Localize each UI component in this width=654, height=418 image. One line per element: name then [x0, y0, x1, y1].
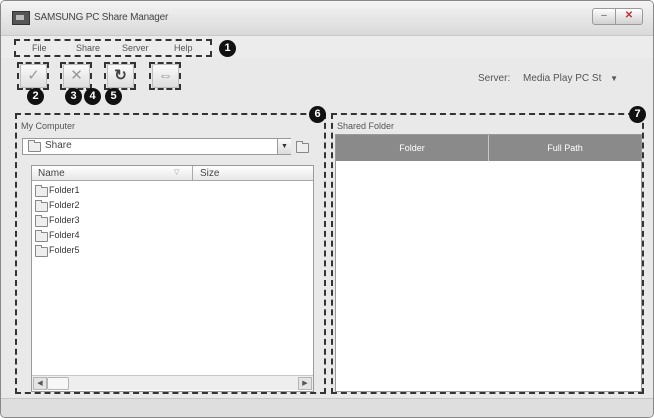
app-logo-icon — [12, 11, 30, 25]
callout-badge-5: 5 — [105, 88, 122, 105]
server-dropdown-value: Media Play PC St — [523, 73, 602, 84]
list-item-label: Folder1 — [49, 185, 80, 195]
callout-badge-4: 4 — [84, 88, 101, 105]
server-dropdown[interactable]: Media Play PC St ▼ — [523, 73, 618, 84]
callout-badge-1: 1 — [219, 40, 236, 57]
list-item-label: Folder5 — [49, 245, 80, 255]
window-title: SAMSUNG PC Share Manager — [34, 12, 169, 23]
toolbar-callout-outline-4 — [149, 62, 181, 90]
folder-icon — [35, 215, 48, 227]
list-item-label: Folder2 — [49, 200, 80, 210]
folder-combo-value: Share — [45, 140, 72, 151]
app-window: SAMSUNG PC Share Manager – ✕ File Share … — [0, 0, 654, 418]
shared-folder-grid[interactable]: Folder Full Path — [335, 134, 642, 392]
toolbar-callout-outline-3 — [104, 62, 136, 90]
folder-icon — [28, 140, 41, 152]
toolbar-callout-outline-1 — [17, 62, 49, 90]
scroll-right-icon[interactable]: ▶ — [298, 377, 312, 390]
horizontal-scrollbar[interactable]: ◀ ▶ — [32, 375, 313, 390]
list-item-label: Folder3 — [49, 215, 80, 225]
minimize-button[interactable]: – — [592, 8, 616, 25]
combo-arrow-icon[interactable]: ▼ — [277, 139, 291, 154]
my-computer-title: My Computer — [21, 121, 76, 131]
folder-icon — [35, 230, 48, 242]
scroll-left-icon[interactable]: ◀ — [33, 377, 47, 390]
folder-icon — [35, 200, 48, 212]
callout-badge-7: 7 — [629, 106, 646, 123]
callout-badge-3: 3 — [65, 88, 82, 105]
status-bar — [1, 398, 653, 417]
shared-folder-title: Shared Folder — [337, 121, 395, 131]
column-header-size[interactable]: Size — [200, 168, 219, 179]
file-list-header: Name ▽ Size — [32, 166, 313, 181]
folder-icon — [35, 185, 48, 197]
scrollbar-thumb[interactable] — [47, 377, 69, 390]
up-folder-button[interactable] — [294, 139, 311, 153]
folder-icon — [35, 245, 48, 257]
callout-badge-2: 2 — [27, 88, 44, 105]
column-header-folder[interactable]: Folder — [336, 135, 488, 161]
menu-callout-outline — [14, 39, 212, 57]
shared-folder-header: Folder Full Path — [336, 135, 641, 161]
callout-badge-6: 6 — [309, 106, 326, 123]
close-button[interactable]: ✕ — [615, 8, 643, 25]
file-list[interactable]: Name ▽ Size Folder1 Folder2 Folder3 Fold… — [31, 165, 314, 392]
up-folder-icon — [296, 141, 309, 153]
sort-arrow-icon: ▽ — [174, 169, 180, 176]
dropdown-arrow-icon: ▼ — [610, 74, 619, 83]
toolbar-callout-outline-2 — [60, 62, 92, 90]
title-bar: SAMSUNG PC Share Manager – ✕ — [1, 1, 653, 36]
column-separator[interactable] — [192, 166, 193, 180]
server-label: Server: — [478, 73, 511, 84]
column-header-full-path[interactable]: Full Path — [489, 135, 641, 161]
column-header-name[interactable]: Name — [38, 168, 65, 179]
folder-combo[interactable]: Share ▼ — [22, 138, 291, 155]
list-item-label: Folder4 — [49, 230, 80, 240]
